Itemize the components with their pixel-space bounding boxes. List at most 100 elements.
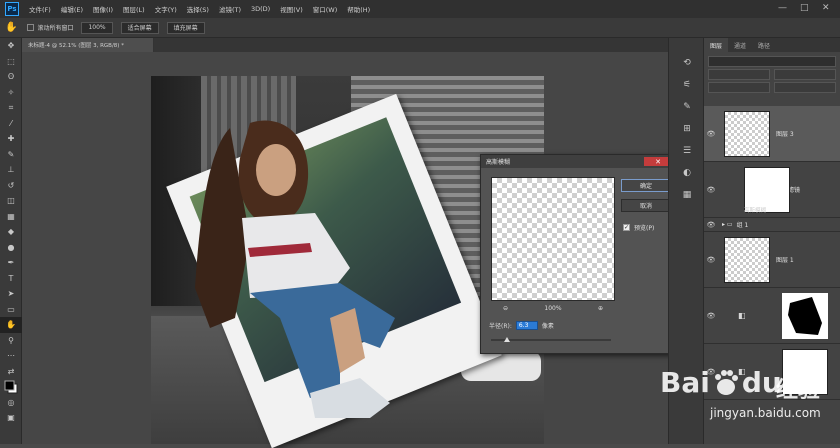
menu-type[interactable]: 文字(Y) bbox=[155, 4, 177, 14]
history-icon[interactable]: ⟲ bbox=[669, 52, 705, 74]
preview-label: 预览(P) bbox=[634, 225, 655, 232]
adjustments-icon[interactable]: ⚟ bbox=[669, 74, 705, 96]
menu-window[interactable]: 窗口(W) bbox=[313, 4, 338, 14]
zoom-out-icon[interactable]: ⊖ bbox=[503, 305, 508, 312]
hand-tool-icon[interactable]: ✋ bbox=[0, 317, 22, 333]
radius-slider-thumb[interactable] bbox=[503, 337, 510, 342]
fill-screen-button[interactable]: 填充屏幕 bbox=[166, 21, 205, 34]
layer-thumbnail bbox=[724, 236, 770, 283]
fit-screen-button[interactable]: 适合屏幕 bbox=[120, 21, 159, 34]
menu-layer[interactable]: 图层(L) bbox=[123, 4, 145, 14]
magic-wand-tool-icon[interactable]: ✧ bbox=[0, 85, 22, 101]
layer-thumbnail bbox=[724, 110, 770, 157]
baidu-logo: Bai du bbox=[660, 366, 782, 399]
tab-strip bbox=[154, 38, 668, 52]
move-tool-icon[interactable]: ✥ bbox=[0, 38, 22, 54]
blend-mode-select[interactable] bbox=[708, 69, 770, 80]
group-name: 组 1 bbox=[736, 222, 749, 229]
ok-button[interactable]: 确定 bbox=[621, 179, 671, 192]
mask-thumbnail bbox=[782, 293, 828, 339]
eye-icon[interactable]: 👁 bbox=[704, 312, 718, 320]
brush-settings-icon[interactable]: ✎ bbox=[669, 96, 705, 118]
healing-brush-tool-icon[interactable]: ✚ bbox=[0, 131, 22, 147]
scroll-all-windows-label: 滚动所有窗口 bbox=[37, 25, 74, 32]
menu-image[interactable]: 图像(I) bbox=[93, 4, 113, 14]
checkbox-check-icon[interactable]: ✓ bbox=[623, 224, 630, 231]
girl-figure bbox=[195, 120, 395, 418]
clone-stamp-tool-icon[interactable]: ⊥ bbox=[0, 162, 22, 178]
gaussian-blur-dialog: 高斯模糊 ✕ 确定 取消 ✓ 预览(P) ⊖ 100% ⊕ 半径(R): 6.3… bbox=[480, 154, 676, 354]
eraser-tool-icon[interactable]: ◫ bbox=[0, 193, 22, 209]
screen-mode-icon[interactable]: ▣ bbox=[0, 410, 22, 426]
color-swatches-icon[interactable] bbox=[0, 379, 22, 395]
layer-filter-input[interactable] bbox=[708, 56, 836, 67]
menu-edit[interactable]: 编辑(E) bbox=[61, 4, 83, 14]
lock-row bbox=[708, 82, 836, 93]
eye-icon[interactable]: 👁 bbox=[704, 256, 718, 264]
shape-tool-icon[interactable]: ▭ bbox=[0, 302, 22, 318]
baidu-paw-icon bbox=[714, 369, 738, 395]
menu-3d[interactable]: 3D(D) bbox=[251, 5, 270, 13]
type-tool-icon[interactable]: T bbox=[0, 271, 22, 287]
filter-gaussian-blur-label[interactable]: 高斯模糊 bbox=[744, 206, 766, 214]
zoom-100-button[interactable]: 100% bbox=[81, 21, 113, 34]
layer-row[interactable]: 👁 图层 1 bbox=[704, 232, 840, 288]
scroll-all-windows-checkbox[interactable]: 滚动所有窗口 bbox=[27, 23, 73, 32]
smart-filter-row[interactable]: 👁 智能滤镜 高斯模糊 bbox=[704, 162, 840, 218]
checkbox-box[interactable] bbox=[27, 24, 35, 31]
radius-input[interactable]: 6.3 bbox=[515, 321, 538, 330]
more-tools-icon[interactable]: ⋯ bbox=[0, 348, 22, 364]
eye-icon[interactable]: 👁 bbox=[704, 221, 718, 229]
watermark-url: jingyan.baidu.com bbox=[710, 406, 821, 420]
history-brush-tool-icon[interactable]: ↺ bbox=[0, 178, 22, 194]
menu-select[interactable]: 选择(S) bbox=[187, 4, 209, 14]
lasso-tool-icon[interactable]: ʘ bbox=[0, 69, 22, 85]
gradient-tool-icon[interactable]: ▦ bbox=[0, 209, 22, 225]
color-icon[interactable]: ◐ bbox=[669, 162, 705, 184]
radius-label: 半径(R): bbox=[489, 323, 512, 330]
swatches-icon[interactable]: ▦ bbox=[669, 184, 705, 206]
eye-icon[interactable]: 👁 bbox=[704, 130, 718, 138]
libraries-icon[interactable]: ☰ bbox=[669, 140, 705, 162]
layer-row-selected[interactable]: 👁 图层 3 bbox=[704, 106, 840, 162]
maximize-button[interactable]: □ bbox=[800, 3, 809, 13]
layer-row-mask[interactable]: 👁 ◧ bbox=[704, 288, 840, 344]
eye-icon[interactable]: 👁 bbox=[704, 186, 718, 194]
close-window-button[interactable]: ✕ bbox=[822, 3, 830, 13]
layer-name: 图层 3 bbox=[776, 131, 794, 138]
opacity-field[interactable] bbox=[774, 69, 836, 80]
crop-tool-icon[interactable]: ⌗ bbox=[0, 100, 22, 116]
properties-icon[interactable]: ⊞ bbox=[669, 118, 705, 140]
document-tab[interactable]: 未标题-4 @ 52.1% (图层 3, RGB/8) * bbox=[22, 38, 154, 52]
tab-layers[interactable]: 图层 bbox=[704, 38, 729, 52]
menu-view[interactable]: 视图(V) bbox=[280, 4, 303, 14]
menu-filter[interactable]: 滤镜(T) bbox=[219, 4, 241, 14]
hand-tool-icon[interactable]: ✋ bbox=[5, 22, 17, 33]
minimize-button[interactable]: — bbox=[778, 3, 787, 13]
menu-help[interactable]: 帮助(H) bbox=[347, 4, 370, 14]
radius-row: 半径(R): 6.3 像素 bbox=[489, 321, 554, 330]
cancel-button[interactable]: 取消 bbox=[621, 199, 671, 212]
fill-field[interactable] bbox=[774, 82, 836, 93]
baidu-jingyan-watermark: Bai du 经验 jingyan.baidu.com bbox=[650, 360, 840, 444]
marquee-tool-icon[interactable]: ⬚ bbox=[0, 54, 22, 70]
preview-zoom-row: ⊖ 100% ⊕ bbox=[503, 305, 603, 312]
preview-checkbox[interactable]: ✓ 预览(P) bbox=[623, 223, 654, 232]
quick-mask-icon[interactable]: ◎ bbox=[0, 395, 22, 411]
group-row[interactable]: 👁 ▸ ▭ 组 1 bbox=[704, 218, 840, 232]
pen-tool-icon[interactable]: ✒ bbox=[0, 255, 22, 271]
panel-tabs: 图层 通道 路径 bbox=[704, 38, 840, 52]
tab-paths[interactable]: 路径 bbox=[752, 38, 776, 52]
path-selection-tool-icon[interactable]: ➤ bbox=[0, 286, 22, 302]
dodge-tool-icon[interactable]: ● bbox=[0, 240, 22, 256]
zoom-tool-icon[interactable]: ⚲ bbox=[0, 333, 22, 349]
swap-colors-icon[interactable]: ⇄ bbox=[0, 364, 22, 380]
zoom-in-icon[interactable]: ⊕ bbox=[598, 305, 603, 312]
menu-file[interactable]: 文件(F) bbox=[29, 4, 51, 14]
blur-preview[interactable] bbox=[491, 177, 615, 301]
brush-tool-icon[interactable]: ✎ bbox=[0, 147, 22, 163]
eyedropper-tool-icon[interactable]: ⁄ bbox=[0, 116, 22, 132]
lock-options[interactable] bbox=[708, 82, 770, 93]
tab-channels[interactable]: 通道 bbox=[728, 38, 752, 52]
blur-tool-icon[interactable]: ◆ bbox=[0, 224, 22, 240]
